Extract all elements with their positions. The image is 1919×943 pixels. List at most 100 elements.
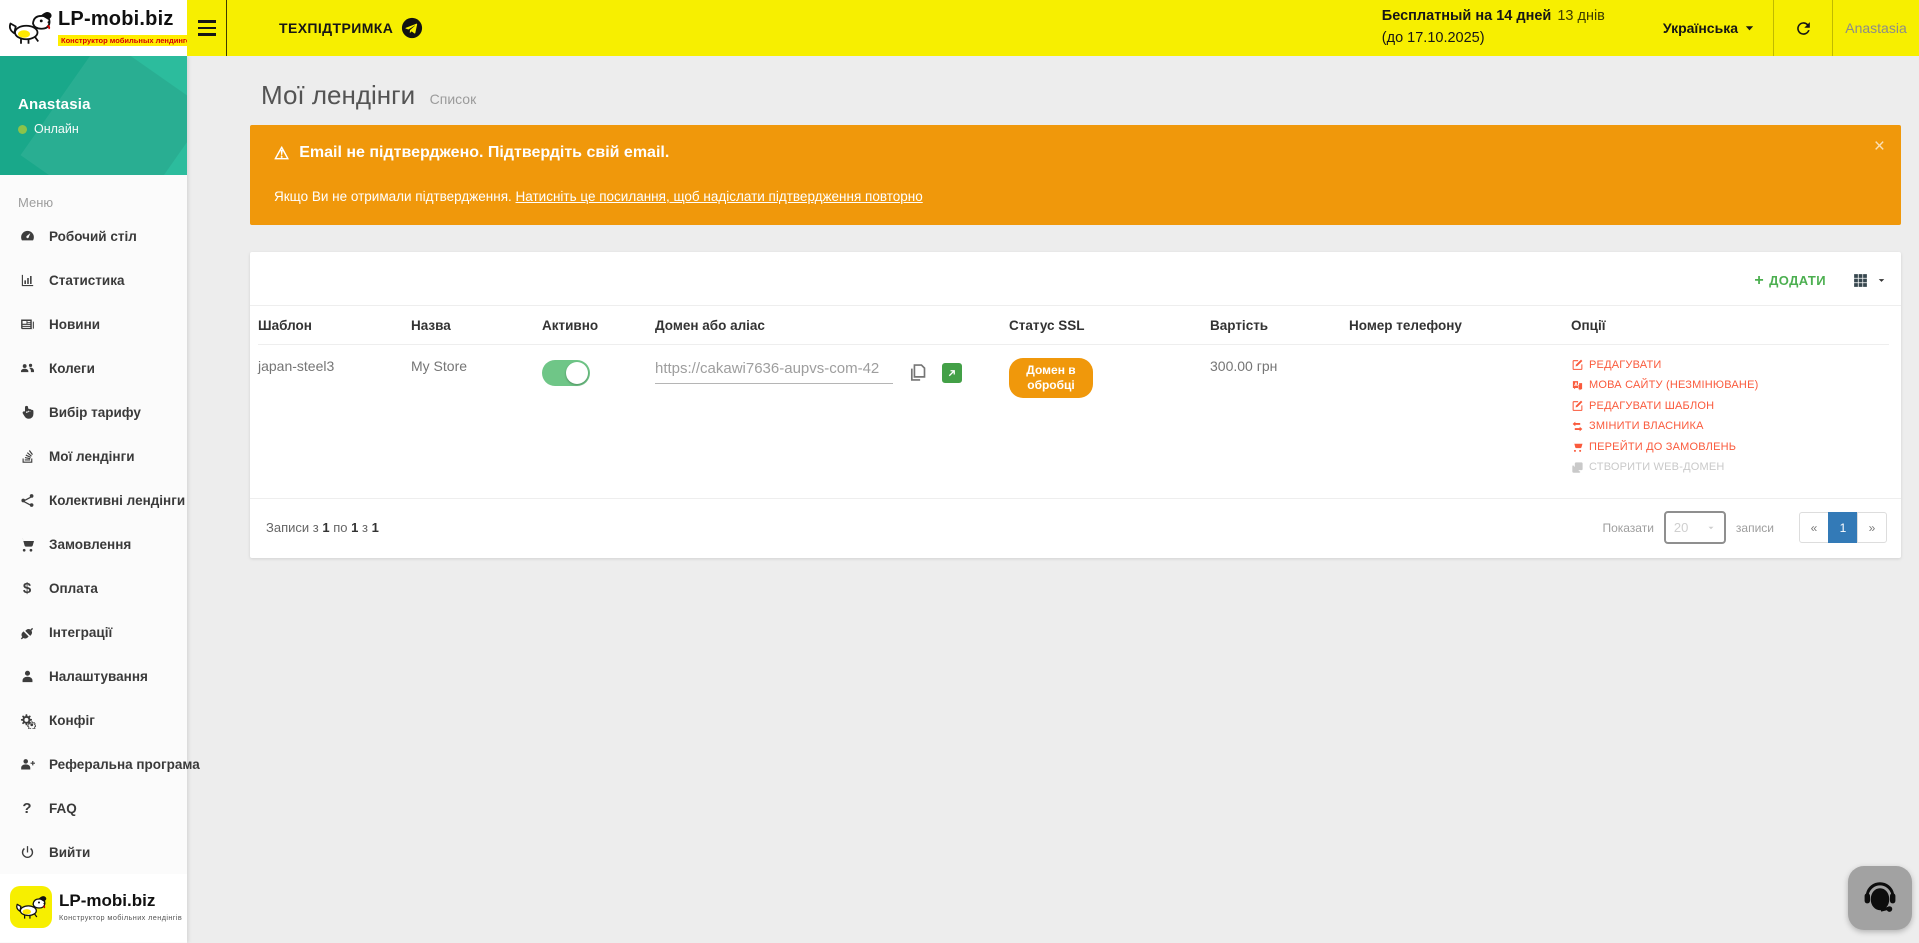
- share-icon: [18, 491, 36, 509]
- sidebar-item-plug[interactable]: Інтеграції: [0, 610, 187, 654]
- refresh-button[interactable]: [1774, 0, 1832, 56]
- user-icon: [18, 667, 36, 685]
- caret-down-icon: [1876, 275, 1887, 286]
- telegram-icon: [401, 17, 423, 39]
- page-subtitle: Список: [430, 91, 477, 107]
- col-header-options: Опції: [1571, 306, 1889, 345]
- col-header-price: Вартість: [1210, 306, 1349, 345]
- sidebar-item-user-plus[interactable]: Реферальна програма: [0, 742, 187, 786]
- dashboard-icon: [18, 227, 36, 245]
- col-header-template: Шаблон: [258, 306, 411, 345]
- pagination-prev-button[interactable]: «: [1799, 512, 1829, 543]
- trial-plan: Бесплатный на 14 дней: [1382, 8, 1552, 24]
- sidebar-item-stats[interactable]: Статистика: [0, 258, 187, 302]
- power-icon: [18, 843, 36, 861]
- sidebar-footer-logo: LP-mobi.biz Конструктор мобільних лендін…: [0, 874, 187, 942]
- users-icon: [18, 359, 36, 377]
- pagination: « 1 »: [1800, 512, 1887, 543]
- landings-table: Шаблон Назва Активно Домен або аліас Ста…: [258, 306, 1889, 491]
- plus-icon: +: [1754, 273, 1764, 289]
- sidebar-item-cart[interactable]: Замовлення: [0, 522, 187, 566]
- sidebar-user-panel: Anastasia Онлайн: [0, 56, 187, 175]
- sidebar-item-hand-pointer[interactable]: Вибір тарифу: [0, 390, 187, 434]
- support-chat-button[interactable]: [1848, 866, 1912, 930]
- cart-icon: [18, 535, 36, 553]
- email-warning-banner: ⚠ Email не підтверджено. Підтвердіть сві…: [250, 125, 1901, 225]
- sidebar-item-users[interactable]: Колеги: [0, 346, 187, 390]
- user-menu[interactable]: Anastasia: [1833, 0, 1919, 56]
- question-icon: ?: [18, 799, 36, 817]
- add-landing-button[interactable]: + ДОДАТИ: [1754, 273, 1826, 289]
- sidebar-item-power[interactable]: Вийти: [0, 830, 187, 874]
- cell-phone: [1349, 345, 1571, 492]
- sidebar-item-dashboard[interactable]: Робочий стіл: [0, 214, 187, 258]
- sidebar-item-cogs[interactable]: Конфіг: [0, 698, 187, 742]
- page-title: Мої лендінги: [261, 80, 415, 110]
- pagination-page-1-button[interactable]: 1: [1828, 512, 1858, 543]
- sidebar: Anastasia Онлайн Меню Робочий стілСтатис…: [0, 56, 187, 943]
- headset-icon: [1859, 877, 1901, 919]
- grid-icon: [1852, 272, 1869, 289]
- cell-price: 300.00 грн: [1210, 345, 1349, 492]
- dollar-icon: $: [18, 579, 36, 597]
- footer-logo-title: LP-mobi.biz: [59, 892, 182, 911]
- row-options: РЕДАГУВАТИ МОВА САЙТУ (НЕЗМІНЮВАНЕ) РЕДАГУ…: [1571, 358, 1881, 474]
- sidebar-item-user[interactable]: Налаштування: [0, 654, 187, 698]
- app-logo-title: LP-mobi.biz: [58, 8, 174, 30]
- stats-icon: [18, 271, 36, 289]
- close-icon[interactable]: ×: [1874, 137, 1885, 156]
- app-logo[interactable]: LP-mobi.biz Конструктор мобильных лендин…: [0, 0, 187, 56]
- column-view-button[interactable]: [1852, 272, 1887, 289]
- banner-message-prefix: Якщо Ви не отримали підтвердження.: [274, 189, 516, 204]
- show-label: Показати: [1602, 521, 1653, 535]
- edit-icon: [1571, 399, 1584, 412]
- exchange-icon: [1571, 420, 1584, 433]
- edit-icon: [1571, 358, 1584, 371]
- support-link[interactable]: ТЕХПІДТРИМКА: [279, 17, 423, 39]
- sidebar-menu: Робочий стілСтатистикаНовиниКолегиВибір …: [0, 214, 187, 874]
- clone-icon: [1571, 461, 1584, 474]
- landings-card: + ДОДАТИ Шаблон Назва Активно Домен або …: [250, 252, 1901, 558]
- option-language-1[interactable]: МОВА САЙТУ (НЕЗМІНЮВАНЕ): [1571, 379, 1881, 392]
- cell-name: My Store: [411, 345, 542, 492]
- page-size-select[interactable]: 20: [1664, 511, 1726, 544]
- copy-icon[interactable]: [907, 362, 928, 383]
- option-cart-4[interactable]: ПЕРЕЙТИ ДО ЗАМОВЛЕНЬ: [1571, 440, 1881, 453]
- col-header-ssl: Статус SSL: [1009, 306, 1210, 345]
- option-edit-0[interactable]: РЕДАГУВАТИ: [1571, 358, 1881, 371]
- user-plus-icon: [18, 755, 36, 773]
- language-label: Українська: [1663, 20, 1738, 36]
- menu-toggle-button[interactable]: [187, 0, 227, 56]
- cell-template: japan-steel3: [258, 345, 411, 492]
- chevron-down-icon: [1744, 23, 1755, 34]
- option-exchange-3[interactable]: ЗМІНИТИ ВЛАСНИКА: [1571, 420, 1881, 433]
- sidebar-item-landings[interactable]: Мої лендінги: [0, 434, 187, 478]
- external-link-icon[interactable]: [942, 363, 962, 383]
- refresh-icon: [1794, 19, 1813, 38]
- sidebar-item-share[interactable]: Колективні лендінги: [0, 478, 187, 522]
- language-selector[interactable]: Українська: [1645, 0, 1773, 56]
- menu-section-label: Меню: [0, 175, 187, 214]
- dog-logo-icon: [6, 9, 54, 47]
- hand-pointer-icon: [18, 403, 36, 421]
- trial-until: (до 17.10.2025): [1382, 28, 1605, 50]
- online-status-label: Онлайн: [34, 122, 79, 136]
- language-icon: [1571, 379, 1584, 392]
- caret-down-icon: [1706, 523, 1716, 533]
- domain-input[interactable]: [655, 358, 893, 384]
- sidebar-item-dollar[interactable]: $Оплата: [0, 566, 187, 610]
- topbar: LP-mobi.biz Конструктор мобильных лендин…: [0, 0, 1919, 56]
- option-edit-2[interactable]: РЕДАГУВАТИ ШАБЛОН: [1571, 399, 1881, 412]
- topbar-main: ТЕХПІДТРИМКА Бесплатный на 14 дней13 дні…: [187, 0, 1919, 56]
- resend-confirmation-link[interactable]: Натисніть це посилання, щоб надіслати пі…: [516, 189, 923, 204]
- sidebar-item-question[interactable]: ?FAQ: [0, 786, 187, 830]
- dog-logo-icon: [10, 886, 52, 928]
- main-content: Мої лендінги Список ⚠ Email не підтвердж…: [187, 56, 1919, 943]
- col-header-name: Назва: [411, 306, 542, 345]
- active-toggle[interactable]: [542, 360, 590, 386]
- pagination-next-button[interactable]: »: [1857, 512, 1887, 543]
- warning-icon: ⚠: [274, 145, 289, 162]
- entries-label: записи: [1736, 521, 1774, 535]
- sidebar-item-news[interactable]: Новини: [0, 302, 187, 346]
- col-header-active: Активно: [542, 306, 655, 345]
